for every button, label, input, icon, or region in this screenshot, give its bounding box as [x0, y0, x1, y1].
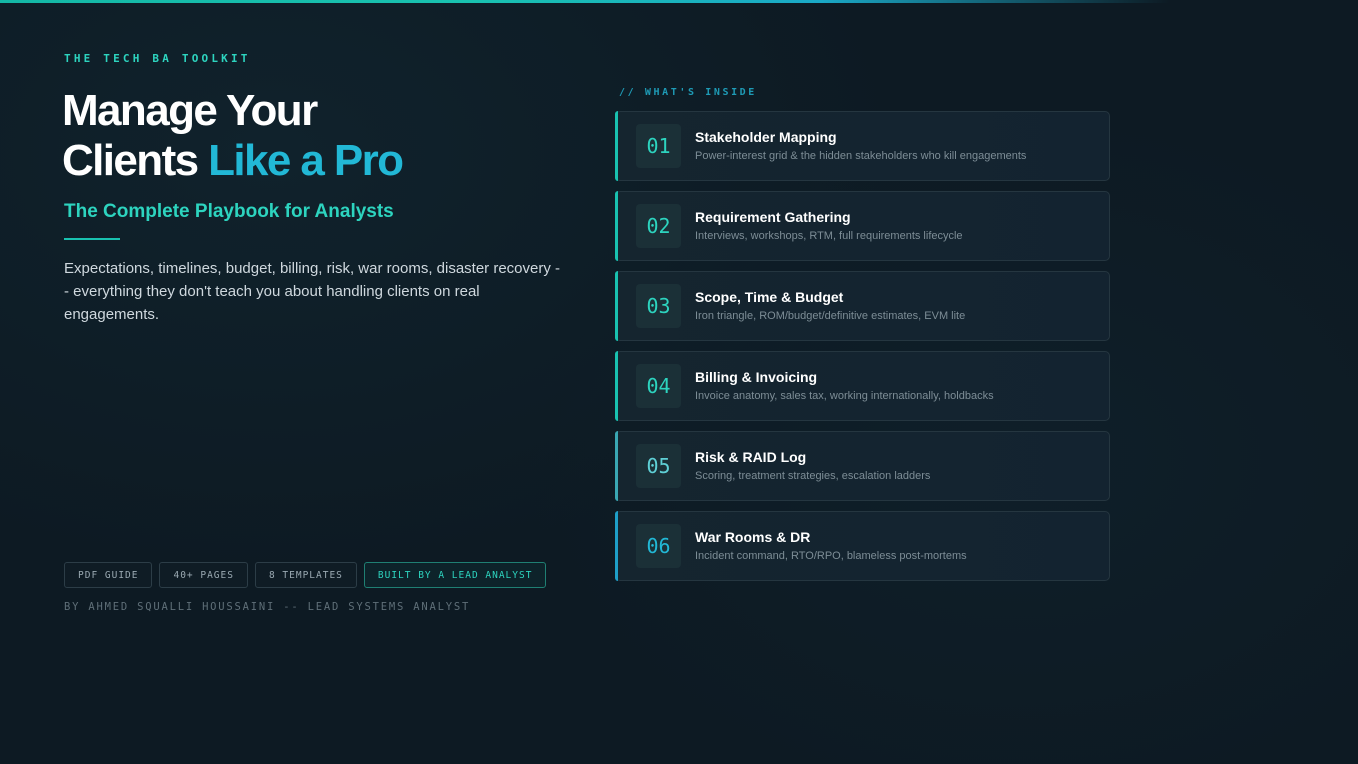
badge-row: PDF GUIDE 40+ PAGES 8 TEMPLATES BUILT BY…: [64, 562, 547, 588]
list-item: 03 Scope, Time & Budget Iron triangle, R…: [615, 271, 1110, 341]
item-description: Invoice anatomy, sales tax, working inte…: [695, 390, 994, 402]
list-item: 02 Requirement Gathering Interviews, wor…: [615, 191, 1110, 261]
item-title: Billing & Invoicing: [695, 369, 818, 385]
title-line-1: Manage Your: [62, 86, 318, 135]
section-label: // WHAT'S INSIDE: [619, 87, 757, 98]
list-item: 05 Risk & RAID Log Scoring, treatment st…: [615, 431, 1110, 501]
contents-list: 01 Stakeholder Mapping Power-interest gr…: [615, 111, 1110, 591]
badge-templates: 8 TEMPLATES: [254, 562, 357, 588]
item-title: War Rooms & DR: [695, 529, 811, 545]
badge-pages: 40+ PAGES: [159, 562, 248, 588]
item-number: 05: [636, 444, 681, 488]
item-title: Risk & RAID Log: [695, 449, 807, 465]
title-line-2: Clients: [62, 136, 209, 185]
subtitle: The Complete Playbook for Analysts: [64, 201, 394, 222]
item-number: 04: [636, 364, 681, 408]
divider: [64, 238, 120, 240]
item-title: Requirement Gathering: [695, 209, 851, 225]
top-accent-bar: [0, 0, 1170, 3]
badge-built-by: BUILT BY A LEAD ANALYST: [363, 562, 547, 588]
page-title: Manage Your Clients Like a Pro: [62, 86, 582, 186]
description: Expectations, timelines, budget, billing…: [64, 260, 561, 323]
author-byline: BY AHMED SQUALLI HOUSSAINI -- LEAD SYSTE…: [64, 601, 471, 613]
item-description: Interviews, workshops, RTM, full require…: [695, 230, 963, 242]
list-item: 01 Stakeholder Mapping Power-interest gr…: [615, 111, 1110, 181]
item-number: 06: [636, 524, 681, 568]
item-title: Stakeholder Mapping: [695, 129, 837, 145]
list-item: 06 War Rooms & DR Incident command, RTO/…: [615, 511, 1110, 581]
item-title: Scope, Time & Budget: [695, 289, 844, 305]
kicker-label: THE TECH BA TOOLKIT: [64, 52, 251, 65]
list-item: 04 Billing & Invoicing Invoice anatomy, …: [615, 351, 1110, 421]
item-number: 02: [636, 204, 681, 248]
badge-pdf-guide: PDF GUIDE: [64, 562, 153, 588]
item-description: Scoring, treatment strategies, escalatio…: [695, 470, 931, 482]
item-description: Incident command, RTO/RPO, blameless pos…: [695, 550, 967, 562]
title-accent: Like a Pro: [208, 136, 404, 185]
item-description: Iron triangle, ROM/budget/definitive est…: [695, 310, 966, 322]
item-number: 01: [636, 124, 681, 168]
item-description: Power-interest grid & the hidden stakeho…: [695, 150, 1027, 162]
item-number: 03: [636, 284, 681, 328]
